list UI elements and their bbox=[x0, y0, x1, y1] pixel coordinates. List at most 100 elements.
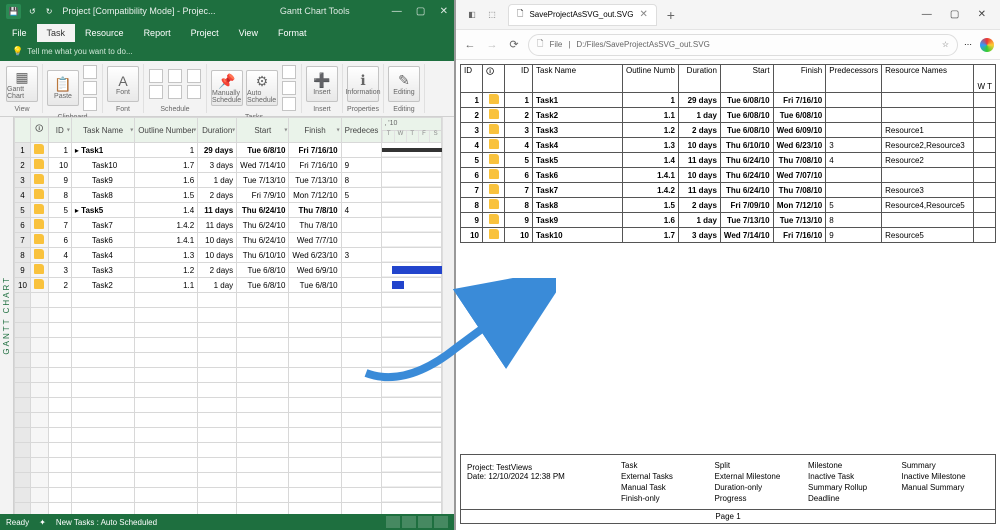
cell-task[interactable]: Task9 bbox=[71, 173, 134, 188]
copy-icon[interactable] bbox=[83, 81, 97, 95]
cell-finish[interactable]: Fri 7/16/10 bbox=[289, 158, 341, 173]
task-row[interactable]: 1 1 ▸ Task1 1 29 days Tue 6/8/10 Fri 7/1… bbox=[15, 143, 442, 158]
view-btn-3[interactable] bbox=[418, 516, 432, 528]
col-start[interactable]: Start▾ bbox=[237, 118, 289, 143]
cell-task[interactable]: ▸ Task1 bbox=[71, 143, 134, 158]
cell-finish[interactable]: Wed 7/7/10 bbox=[289, 233, 341, 248]
gantt-bar[interactable] bbox=[382, 148, 442, 152]
cell-finish[interactable]: Wed 6/23/10 bbox=[289, 248, 341, 263]
cell-pred[interactable]: 5 bbox=[341, 188, 382, 203]
cell-dur[interactable]: 2 days bbox=[198, 188, 237, 203]
menu-report[interactable]: Report bbox=[134, 24, 181, 42]
browser-tab[interactable]: 🗋 SaveProjectAsSVG_out.SVG ✕ bbox=[508, 4, 657, 26]
cell-id[interactable]: 3 bbox=[48, 263, 71, 278]
empty-row[interactable] bbox=[15, 443, 442, 458]
cell-outline[interactable]: 1.1 bbox=[135, 278, 198, 293]
col-info[interactable]: 🛈 bbox=[30, 118, 48, 143]
empty-row[interactable] bbox=[15, 413, 442, 428]
row-header[interactable]: 7 bbox=[15, 233, 31, 248]
browser-home-icon[interactable]: ◧ bbox=[465, 8, 479, 22]
gantt-bar[interactable] bbox=[392, 281, 404, 289]
menu-resource[interactable]: Resource bbox=[75, 24, 134, 42]
cell-id[interactable]: 2 bbox=[48, 278, 71, 293]
empty-row[interactable] bbox=[15, 398, 442, 413]
cell-dur[interactable]: 11 days bbox=[198, 218, 237, 233]
paste-button[interactable]: 📋Paste bbox=[47, 70, 79, 106]
view-btn-2[interactable] bbox=[402, 516, 416, 528]
cell-pred[interactable]: 8 bbox=[341, 173, 382, 188]
row-header[interactable]: 10 bbox=[15, 278, 31, 293]
col-pred[interactable]: Predeces bbox=[341, 118, 382, 143]
pct0-icon[interactable] bbox=[149, 69, 163, 83]
cell-task[interactable]: Task3 bbox=[71, 263, 134, 278]
cell-start[interactable]: Wed 7/14/10 bbox=[237, 158, 289, 173]
view-btn-4[interactable] bbox=[434, 516, 448, 528]
tab-close-icon[interactable]: ✕ bbox=[640, 9, 648, 20]
menu-format[interactable]: Format bbox=[268, 24, 317, 42]
cell-start[interactable]: Thu 6/24/10 bbox=[237, 233, 289, 248]
cell-id[interactable]: 1 bbox=[48, 143, 71, 158]
cell-id[interactable]: 8 bbox=[48, 188, 71, 203]
empty-row[interactable] bbox=[15, 383, 442, 398]
link-icon[interactable] bbox=[168, 69, 182, 83]
br-minimize-icon[interactable]: — bbox=[922, 9, 932, 20]
cell-outline[interactable]: 1.2 bbox=[135, 263, 198, 278]
row-header[interactable]: 5 bbox=[15, 203, 31, 218]
cell-outline[interactable]: 1.3 bbox=[135, 248, 198, 263]
col-outline[interactable]: Outline Number▾ bbox=[135, 118, 198, 143]
cell-pred[interactable] bbox=[341, 218, 382, 233]
cut-icon[interactable] bbox=[83, 65, 97, 79]
mode-icon[interactable] bbox=[282, 97, 296, 111]
task-row[interactable]: 9 3 Task3 1.2 2 days Tue 6/8/10 Wed 6/9/… bbox=[15, 263, 442, 278]
row-header[interactable]: 4 bbox=[15, 188, 31, 203]
cell-finish[interactable]: Wed 6/9/10 bbox=[289, 263, 341, 278]
editing-button[interactable]: ✎Editing bbox=[388, 66, 420, 102]
cell-dur[interactable]: 1 day bbox=[198, 173, 237, 188]
cell-pred[interactable] bbox=[341, 233, 382, 248]
row-header[interactable]: 2 bbox=[15, 158, 31, 173]
empty-row[interactable] bbox=[15, 488, 442, 503]
cell-id[interactable]: 9 bbox=[48, 173, 71, 188]
cell-task[interactable]: ▸ Task5 bbox=[71, 203, 134, 218]
cell-finish[interactable]: Tue 6/8/10 bbox=[289, 278, 341, 293]
cell-id[interactable]: 7 bbox=[48, 218, 71, 233]
cell-dur[interactable]: 1 day bbox=[198, 278, 237, 293]
col-id[interactable]: ID▾ bbox=[48, 118, 71, 143]
address-bar[interactable]: 🗋 File | D:/Files/SaveProjectAsSVG_out.S… bbox=[528, 34, 958, 56]
back-icon[interactable]: ← bbox=[462, 37, 478, 53]
manual-schedule-button[interactable]: 📌Manually Schedule bbox=[211, 70, 243, 106]
row-header[interactable]: 3 bbox=[15, 173, 31, 188]
cell-pred[interactable] bbox=[341, 143, 382, 158]
quick-icon-a[interactable]: ↺ bbox=[29, 7, 36, 16]
save-icon[interactable]: 💾 bbox=[6, 4, 21, 19]
col-finish[interactable]: Finish▾ bbox=[289, 118, 341, 143]
task-row[interactable]: 3 9 Task9 1.6 1 day Tue 7/13/10 Tue 7/13… bbox=[15, 173, 442, 188]
empty-row[interactable] bbox=[15, 338, 442, 353]
cell-dur[interactable]: 10 days bbox=[198, 233, 237, 248]
cell-task[interactable]: Task4 bbox=[71, 248, 134, 263]
cell-start[interactable]: Tue 7/13/10 bbox=[237, 173, 289, 188]
br-close-icon[interactable]: ✕ bbox=[978, 9, 986, 20]
empty-row[interactable] bbox=[15, 428, 442, 443]
cell-outline[interactable]: 1.5 bbox=[135, 188, 198, 203]
empty-row[interactable] bbox=[15, 353, 442, 368]
empty-row[interactable] bbox=[15, 473, 442, 488]
tell-me[interactable]: 💡 Tell me what you want to do... bbox=[0, 42, 454, 61]
cell-pred[interactable]: 4 bbox=[341, 203, 382, 218]
cell-task[interactable]: Task8 bbox=[71, 188, 134, 203]
gantt-bar[interactable] bbox=[392, 266, 442, 274]
cell-start[interactable]: Tue 6/8/10 bbox=[237, 263, 289, 278]
copilot-icon[interactable] bbox=[980, 38, 994, 52]
minimize-icon[interactable]: — bbox=[392, 6, 402, 17]
cell-pred[interactable]: 9 bbox=[341, 158, 382, 173]
row-header[interactable]: 1 bbox=[15, 143, 31, 158]
cell-finish[interactable]: Thu 7/8/10 bbox=[289, 203, 341, 218]
task-row[interactable]: 7 6 Task6 1.4.1 10 days Thu 6/24/10 Wed … bbox=[15, 233, 442, 248]
cell-task[interactable]: Task2 bbox=[71, 278, 134, 293]
browser-workspace-icon[interactable]: ⬚ bbox=[485, 8, 499, 22]
cell-outline[interactable]: 1.4.2 bbox=[135, 218, 198, 233]
empty-row[interactable] bbox=[15, 458, 442, 473]
cell-pred[interactable] bbox=[341, 278, 382, 293]
cell-task[interactable]: Task7 bbox=[71, 218, 134, 233]
menu-view[interactable]: View bbox=[229, 24, 268, 42]
